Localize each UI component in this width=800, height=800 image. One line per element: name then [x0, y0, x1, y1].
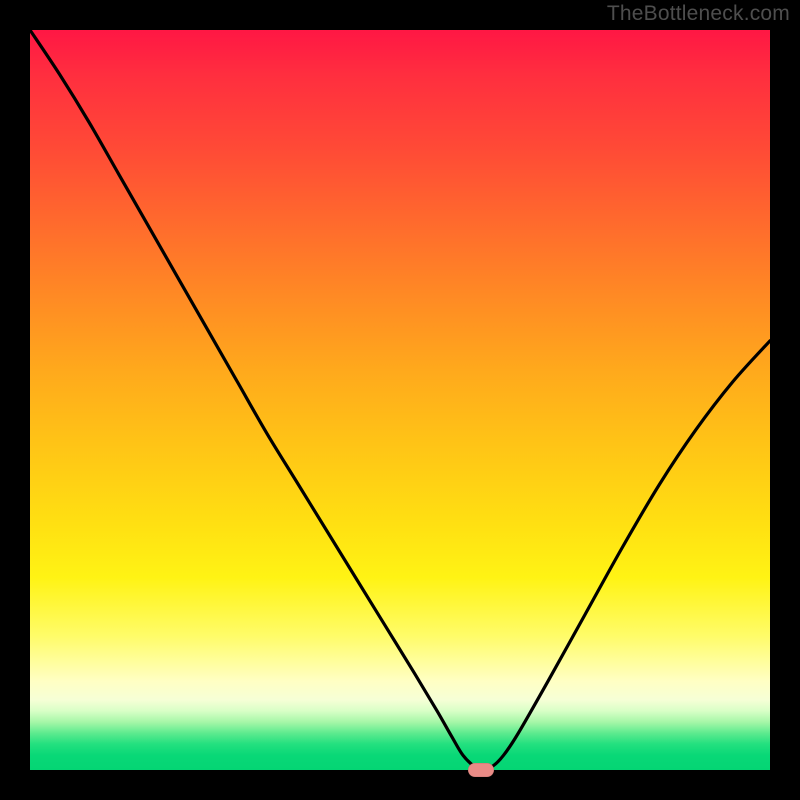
bottleneck-curve	[30, 30, 770, 770]
watermark-text: TheBottleneck.com	[607, 2, 790, 26]
plot-area	[30, 30, 770, 770]
curve-path	[30, 30, 770, 770]
chart-stage: TheBottleneck.com	[0, 0, 800, 800]
min-point-marker	[468, 763, 494, 777]
